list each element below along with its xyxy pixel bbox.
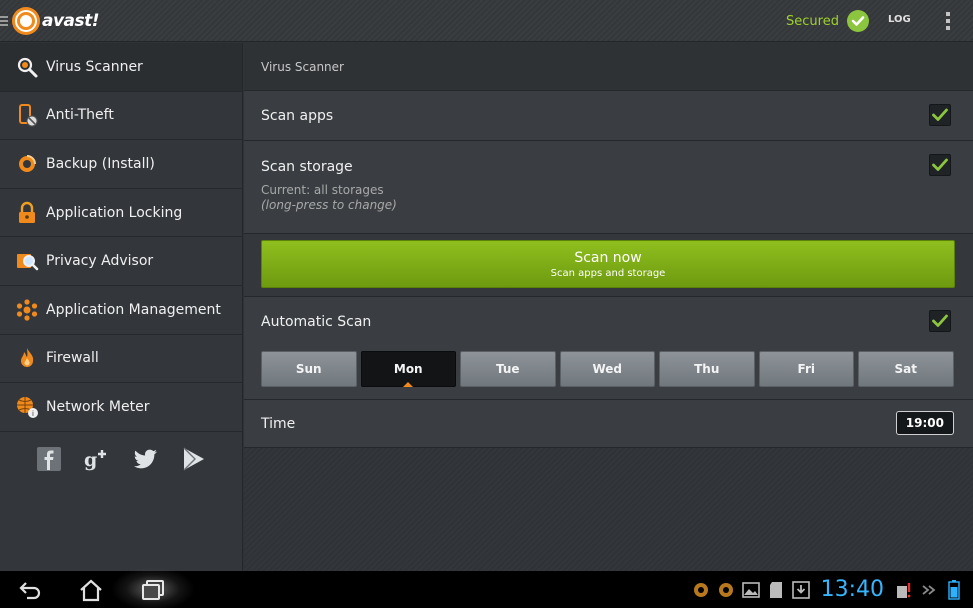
backup-icon bbox=[14, 151, 40, 177]
sidebar-item-application-management[interactable]: Application Management bbox=[0, 286, 242, 335]
drawer-indicator-icon[interactable] bbox=[0, 15, 8, 26]
day-mon-button[interactable]: Mon bbox=[360, 351, 456, 387]
log-button[interactable]: LOG bbox=[888, 14, 911, 25]
social-links: g bbox=[0, 432, 242, 482]
sidebar: Virus Scanner Anti-Theft Backup (Install… bbox=[0, 43, 243, 571]
gallery-icon bbox=[741, 581, 760, 599]
scan-storage-row[interactable]: Scan storage Current: all storages (long… bbox=[244, 141, 973, 234]
automatic-scan-checkbox[interactable] bbox=[929, 310, 951, 332]
scan-storage-checkbox[interactable] bbox=[929, 154, 951, 176]
sidebar-item-application-locking[interactable]: Application Locking bbox=[0, 189, 242, 238]
security-status: Secured bbox=[786, 10, 869, 32]
sidebar-item-network-meter[interactable]: i Network Meter bbox=[0, 383, 242, 432]
google-plus-icon[interactable]: g bbox=[83, 445, 111, 473]
network-meter-icon: i bbox=[14, 394, 40, 420]
facebook-icon[interactable] bbox=[35, 445, 63, 473]
sidebar-item-label: Application Management bbox=[46, 301, 221, 318]
system-navigation-bar: 13:40 bbox=[0, 567, 973, 608]
app-logo[interactable]: avast! bbox=[12, 5, 100, 37]
sidebar-item-label: Network Meter bbox=[46, 398, 150, 415]
twitter-icon[interactable] bbox=[131, 445, 159, 473]
battery-icon bbox=[945, 579, 963, 600]
privacy-icon bbox=[14, 248, 40, 274]
time-value[interactable]: 19:00 bbox=[895, 411, 954, 435]
sidebar-item-backup[interactable]: Backup (Install) bbox=[0, 140, 242, 189]
svg-text:i: i bbox=[32, 410, 34, 418]
sidebar-item-label: Backup (Install) bbox=[46, 155, 155, 172]
day-selector: Sun Mon Tue Wed Thu Fri Sat bbox=[244, 351, 973, 387]
sidebar-item-label: Firewall bbox=[46, 350, 99, 367]
sidebar-item-privacy-advisor[interactable]: Privacy Advisor bbox=[0, 237, 242, 286]
avast-shield-notification-icon bbox=[717, 581, 735, 599]
home-icon[interactable] bbox=[73, 575, 109, 605]
status-clock: 13:40 bbox=[820, 577, 884, 602]
play-store-icon[interactable] bbox=[179, 445, 207, 473]
secured-check-icon bbox=[846, 10, 869, 32]
signal-arrows-icon bbox=[920, 581, 938, 599]
scan-storage-label: Scan storage bbox=[261, 159, 353, 175]
day-fri-button[interactable]: Fri bbox=[758, 351, 854, 387]
scan-storage-current: Current: all storages bbox=[261, 183, 384, 197]
sidebar-item-firewall[interactable]: Firewall bbox=[0, 335, 242, 384]
sim-alert-icon bbox=[895, 581, 913, 599]
sidebar-item-label: Privacy Advisor bbox=[46, 253, 154, 270]
automatic-scan-row[interactable]: Automatic Scan bbox=[244, 297, 973, 347]
avast-logo-icon bbox=[12, 6, 40, 35]
sd-card-icon bbox=[767, 581, 785, 599]
time-label: Time bbox=[261, 415, 296, 432]
time-row[interactable]: Time 19:00 bbox=[244, 400, 973, 448]
day-sat-button[interactable]: Sat bbox=[858, 351, 954, 387]
scan-now-label: Scan now bbox=[574, 249, 642, 266]
lock-icon bbox=[14, 200, 40, 226]
day-sun-button[interactable]: Sun bbox=[261, 351, 357, 387]
app-management-icon bbox=[14, 297, 40, 323]
svg-text:g: g bbox=[84, 449, 97, 471]
action-bar: avast! Secured LOG bbox=[0, 0, 973, 42]
virus-scanner-icon bbox=[14, 54, 40, 80]
scan-now-button[interactable]: Scan now Scan apps and storage bbox=[261, 240, 955, 288]
back-icon[interactable] bbox=[13, 575, 49, 605]
automatic-scan-section: Automatic Scan Sun Mon Tue Wed Thu Fri S… bbox=[244, 297, 973, 400]
brand-name: avast! bbox=[42, 10, 100, 31]
scan-now-sublabel: Scan apps and storage bbox=[550, 267, 666, 279]
sidebar-item-label: Anti-Theft bbox=[46, 107, 114, 124]
sidebar-item-label: Virus Scanner bbox=[46, 58, 143, 75]
download-icon bbox=[791, 580, 810, 599]
recent-apps-icon[interactable] bbox=[135, 575, 171, 605]
firewall-icon bbox=[14, 345, 40, 371]
anti-theft-icon bbox=[14, 102, 40, 128]
scan-apps-row[interactable]: Scan apps bbox=[244, 91, 973, 141]
automatic-scan-label: Automatic Scan bbox=[261, 314, 372, 330]
scan-apps-label: Scan apps bbox=[261, 107, 334, 124]
status-text: Secured bbox=[786, 13, 839, 29]
scan-apps-checkbox[interactable] bbox=[929, 104, 951, 126]
day-thu-button[interactable]: Thu bbox=[659, 351, 755, 387]
day-wed-button[interactable]: Wed bbox=[559, 351, 655, 387]
notification-tray[interactable]: 13:40 bbox=[692, 571, 963, 608]
scan-now-container: Scan now Scan apps and storage bbox=[244, 234, 973, 297]
sidebar-item-anti-theft[interactable]: Anti-Theft bbox=[0, 92, 242, 141]
day-tue-button[interactable]: Tue bbox=[460, 351, 556, 387]
overflow-menu-icon[interactable] bbox=[946, 12, 950, 30]
sidebar-item-virus-scanner[interactable]: Virus Scanner bbox=[0, 43, 242, 92]
section-title: Virus Scanner bbox=[244, 43, 973, 91]
virus-scanner-panel: Virus Scanner Scan apps Scan storage Cur… bbox=[244, 43, 973, 571]
avast-notification-icon bbox=[692, 581, 710, 599]
scan-storage-hint: (long-press to change) bbox=[261, 198, 397, 212]
sidebar-item-label: Application Locking bbox=[46, 204, 183, 221]
